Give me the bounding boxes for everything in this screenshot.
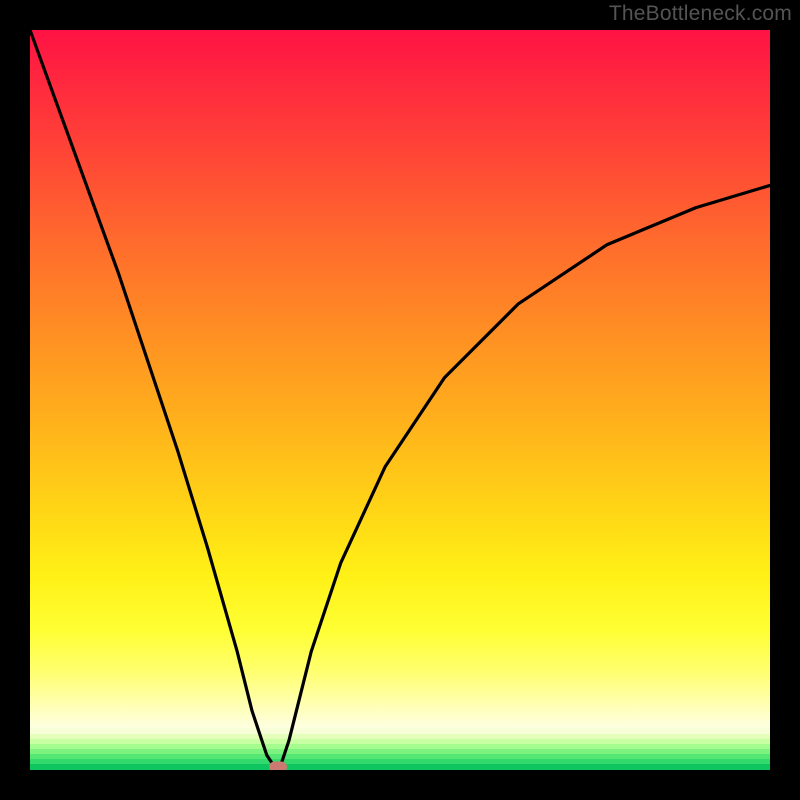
bottleneck-curve bbox=[30, 30, 770, 770]
minimum-marker bbox=[269, 762, 287, 771]
plot-area bbox=[30, 30, 770, 770]
watermark-text: TheBottleneck.com bbox=[609, 2, 792, 26]
curve-svg bbox=[30, 30, 770, 770]
chart-frame: TheBottleneck.com bbox=[0, 0, 800, 800]
